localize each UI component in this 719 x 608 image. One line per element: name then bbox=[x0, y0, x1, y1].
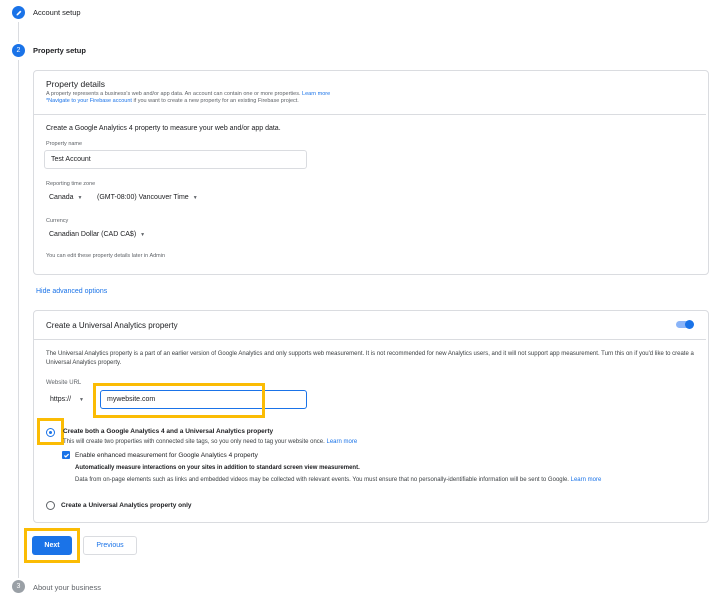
ua-card-title: Create a Universal Analytics property bbox=[46, 321, 178, 330]
step-property-setup[interactable]: Property setup bbox=[33, 46, 86, 55]
highlight-box bbox=[93, 383, 265, 418]
protocol-select[interactable]: https:// ▼ bbox=[44, 390, 95, 409]
chevron-down-icon: ▼ bbox=[192, 194, 198, 201]
divider bbox=[34, 339, 706, 340]
hide-advanced-options-link[interactable]: Hide advanced options bbox=[36, 288, 107, 295]
divider bbox=[34, 114, 706, 115]
ua-description: The Universal Analytics property is a pa… bbox=[46, 351, 694, 366]
timezone-country-value: Canada bbox=[49, 194, 74, 201]
timezone-select[interactable]: (GMT-08:00) Vancouver Time ▼ bbox=[97, 194, 198, 201]
learn-more-link[interactable]: Learn more bbox=[326, 439, 357, 445]
currency-label: Currency bbox=[46, 218, 69, 224]
ua-toggle[interactable] bbox=[676, 320, 695, 329]
step-number-2: 2 bbox=[12, 44, 25, 57]
property-name-label: Property name bbox=[46, 141, 83, 147]
website-url-label: Website URL bbox=[46, 380, 82, 386]
edit-later-note: You can edit these property details late… bbox=[46, 253, 166, 259]
property-name-input[interactable]: Test Account bbox=[44, 150, 307, 169]
check-icon bbox=[63, 453, 69, 458]
previous-button[interactable]: Previous bbox=[83, 536, 137, 555]
step-number-3: 3 bbox=[12, 580, 25, 593]
highlight-box bbox=[37, 418, 64, 445]
highlight-box bbox=[24, 528, 80, 563]
chevron-down-icon: ▼ bbox=[77, 194, 83, 201]
chevron-down-icon: ▼ bbox=[140, 231, 146, 238]
step-connector bbox=[18, 60, 19, 578]
currency-value: Canadian Dollar (CAD CA$) bbox=[49, 231, 137, 238]
enhanced-measurement-label: Enable enhanced measurement for Google A… bbox=[75, 452, 258, 459]
timezone-label: Reporting time zone bbox=[46, 181, 96, 187]
option-ua-only-label: Create a Universal Analytics property on… bbox=[61, 502, 192, 509]
learn-more-link[interactable]: Learn more bbox=[571, 477, 602, 483]
timezone-country-select[interactable]: Canada ▼ bbox=[49, 194, 82, 201]
timezone-value: (GMT-08:00) Vancouver Time bbox=[97, 194, 189, 201]
option-create-both-label: Create both a Google Analytics 4 and a U… bbox=[63, 428, 274, 435]
enhanced-measurement-checkbox[interactable] bbox=[62, 451, 70, 459]
enhanced-measurement-desc: Data from on-page elements such as links… bbox=[75, 475, 703, 485]
firebase-link[interactable]: *Navigate to your Firebase account bbox=[46, 98, 132, 104]
description-text-2: if you want to create a new property for… bbox=[131, 98, 299, 104]
learn-more-link[interactable]: Learn more bbox=[302, 91, 330, 97]
step-about-business[interactable]: About your business bbox=[33, 583, 101, 592]
step-account-setup[interactable]: Account setup bbox=[33, 8, 81, 17]
step-complete-icon bbox=[12, 6, 25, 19]
option-create-both-desc: This will create two properties with con… bbox=[63, 439, 357, 445]
description-text: A property represents a business's web a… bbox=[46, 91, 301, 97]
chevron-down-icon: ▼ bbox=[79, 396, 84, 403]
toggle-thumb bbox=[685, 320, 694, 329]
property-details-title: Property details bbox=[46, 79, 106, 89]
property-intro-text: Create a Google Analytics 4 property to … bbox=[46, 125, 281, 132]
step-connector bbox=[18, 22, 19, 42]
property-details-description: A property represents a business's web a… bbox=[46, 91, 330, 105]
enhanced-measurement-bold: Automatically measure interactions on yo… bbox=[75, 465, 360, 471]
option-desc-text: This will create two properties with con… bbox=[63, 439, 325, 445]
enhanced-desc-text: Data from on-page elements such as links… bbox=[75, 477, 569, 483]
radio-ua-only[interactable] bbox=[46, 501, 55, 510]
protocol-value: https:// bbox=[50, 396, 72, 403]
property-name-value: Test Account bbox=[51, 156, 91, 163]
currency-select[interactable]: Canadian Dollar (CAD CA$) ▼ bbox=[49, 231, 145, 238]
